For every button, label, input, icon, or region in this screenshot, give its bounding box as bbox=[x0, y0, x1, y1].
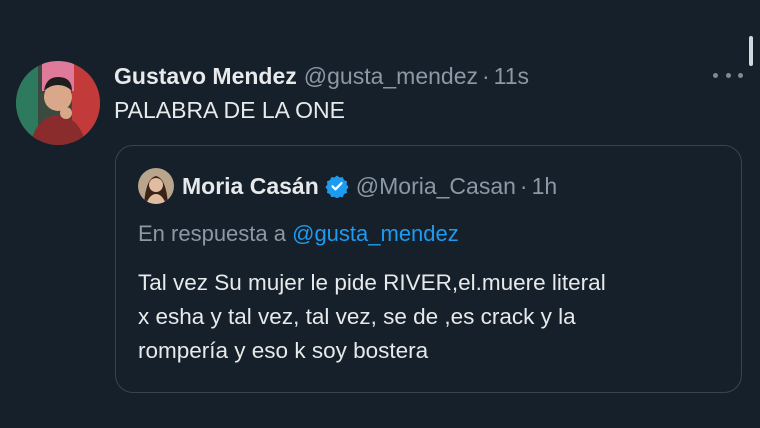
quoted-tweet-text: Tal vez Su mujer le pide RIVER,el.muere … bbox=[138, 266, 728, 368]
quoted-tweet-header: Moria Casán @Moria_Casan · 1h bbox=[182, 170, 557, 202]
quoted-text-line: rompería y eso k soy bostera bbox=[138, 338, 429, 363]
tweet: Gustavo Mendez @gusta_mendez · 11s PALAB… bbox=[0, 0, 760, 428]
quoted-author-name[interactable]: Moria Casán bbox=[182, 173, 319, 200]
reply-mention-link[interactable]: @gusta_mendez bbox=[292, 221, 459, 246]
quoted-author-avatar[interactable] bbox=[138, 168, 174, 204]
quoted-tweet-time[interactable]: 1h bbox=[532, 173, 558, 200]
verified-badge-icon bbox=[325, 174, 349, 199]
tweet-text: PALABRA DE LA ONE bbox=[114, 97, 345, 123]
quoted-tweet[interactable]: Moria Casán @Moria_Casan · 1h En respues… bbox=[115, 145, 742, 393]
reply-context: En respuesta a @gusta_mendez bbox=[138, 221, 459, 247]
quoted-author-handle[interactable]: @Moria_Casan bbox=[356, 173, 516, 200]
header-separator: · bbox=[482, 62, 490, 89]
scrollbar[interactable] bbox=[749, 36, 753, 66]
author-handle[interactable]: @gusta_mendez bbox=[304, 63, 478, 90]
more-horizontal-icon[interactable] bbox=[713, 70, 743, 80]
author-name[interactable]: Gustavo Mendez bbox=[114, 63, 297, 90]
tweet-header: Gustavo Mendez @gusta_mendez · 11s bbox=[114, 60, 529, 92]
reply-prefix: En respuesta a bbox=[138, 221, 286, 246]
quoted-text-line: x esha y tal vez, tal vez, se de ,es cra… bbox=[138, 304, 576, 329]
tweet-time[interactable]: 11s bbox=[494, 63, 529, 90]
quoted-text-line: Tal vez Su mujer le pide RIVER,el.muere … bbox=[138, 270, 606, 295]
quoted-header-separator: · bbox=[519, 172, 528, 199]
author-avatar[interactable] bbox=[16, 61, 100, 145]
